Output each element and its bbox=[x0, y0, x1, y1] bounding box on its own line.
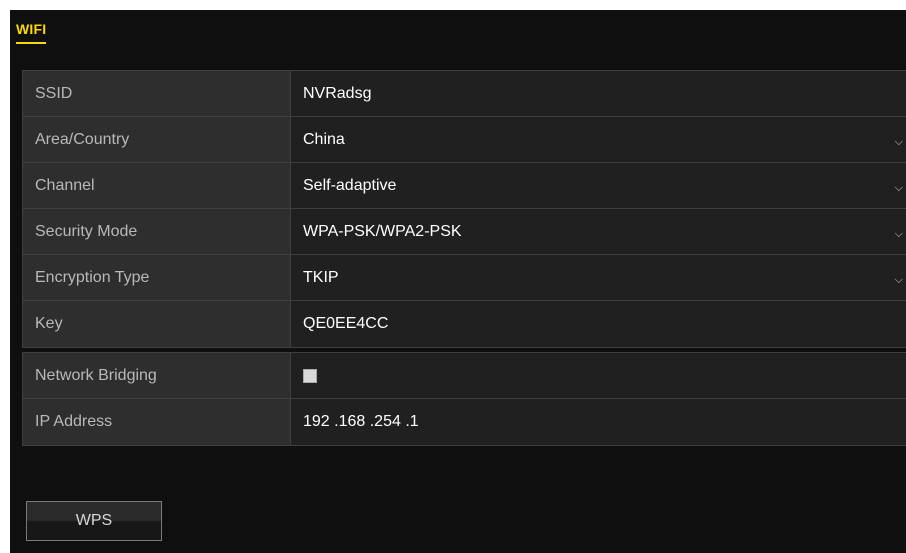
tab-wifi[interactable]: WIFI bbox=[16, 21, 47, 44]
ssid-label: SSID bbox=[23, 71, 291, 116]
area-country-value: China bbox=[303, 130, 345, 148]
area-country-select[interactable]: China ⌵ bbox=[291, 117, 906, 162]
key-input[interactable]: QE0EE4CC bbox=[291, 301, 906, 347]
key-label: Key bbox=[23, 301, 291, 347]
security-mode-select[interactable]: WPA-PSK/WPA2-PSK ⌵ bbox=[291, 209, 906, 254]
chevron-down-icon[interactable]: ⌵ bbox=[895, 228, 903, 241]
key-row: Key QE0EE4CC bbox=[23, 301, 906, 347]
ip-address-row: IP Address 192 .168 .254 .1 bbox=[23, 399, 906, 445]
ip-address-label: IP Address bbox=[23, 399, 291, 445]
ip-address-input[interactable]: 192 .168 .254 .1 bbox=[291, 399, 906, 445]
ssid-row: SSID NVRadsg bbox=[23, 71, 906, 117]
area-country-label: Area/Country bbox=[23, 117, 291, 162]
channel-select[interactable]: Self-adaptive ⌵ bbox=[291, 163, 906, 208]
area-country-row: Area/Country China ⌵ bbox=[23, 117, 906, 163]
chevron-down-icon[interactable]: ⌵ bbox=[895, 182, 903, 195]
security-mode-label: Security Mode bbox=[23, 209, 291, 254]
chevron-down-icon[interactable]: ⌵ bbox=[895, 136, 903, 149]
network-bridging-cell bbox=[291, 353, 906, 398]
ssid-input[interactable]: NVRadsg bbox=[291, 71, 906, 116]
channel-label: Channel bbox=[23, 163, 291, 208]
channel-row: Channel Self-adaptive ⌵ bbox=[23, 163, 906, 209]
encryption-type-select[interactable]: TKIP ⌵ bbox=[291, 255, 906, 300]
security-mode-row: Security Mode WPA-PSK/WPA2-PSK ⌵ bbox=[23, 209, 906, 255]
channel-value: Self-adaptive bbox=[303, 176, 397, 194]
network-bridging-row: Network Bridging bbox=[23, 353, 906, 399]
security-mode-value: WPA-PSK/WPA2-PSK bbox=[303, 222, 462, 240]
encryption-type-label: Encryption Type bbox=[23, 255, 291, 300]
wifi-settings-panel: WIFI SSID NVRadsg Area/Country China ⌵ C… bbox=[10, 10, 906, 553]
encryption-type-row: Encryption Type TKIP ⌵ bbox=[23, 255, 906, 301]
network-bridging-checkbox[interactable] bbox=[303, 368, 317, 383]
network-bridging-label: Network Bridging bbox=[23, 353, 291, 398]
wps-button[interactable]: WPS bbox=[26, 501, 162, 541]
chevron-down-icon[interactable]: ⌵ bbox=[895, 274, 903, 287]
wifi-form: SSID NVRadsg Area/Country China ⌵ Channe… bbox=[22, 70, 906, 348]
bridging-form: Network Bridging IP Address 192 .168 .25… bbox=[22, 352, 906, 446]
encryption-type-value: TKIP bbox=[303, 268, 339, 286]
